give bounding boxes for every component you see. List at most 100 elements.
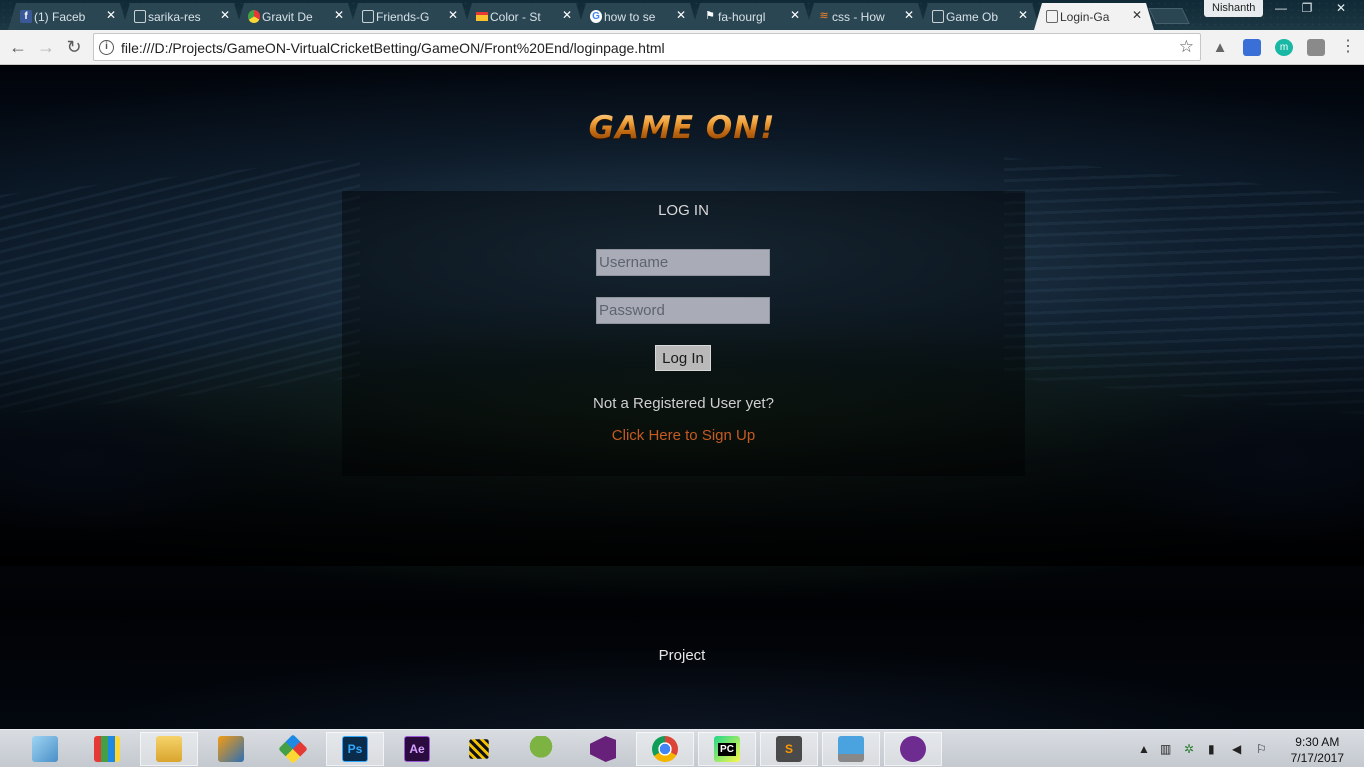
- page-icon: [362, 10, 374, 23]
- taskbar-sublime[interactable]: S: [760, 732, 818, 766]
- action-center-flag-icon[interactable]: ⚐: [1256, 730, 1267, 767]
- login-button[interactable]: Log In: [655, 345, 711, 371]
- tab-friends[interactable]: Friends-G ✕: [350, 3, 470, 30]
- tab-title: Friends-G: [376, 9, 430, 24]
- close-icon[interactable]: ✕: [790, 8, 800, 22]
- tab-fa-hourglass[interactable]: ⚑ fa-hourgl ✕: [692, 3, 812, 30]
- clock-time: 9:30 AM: [1295, 735, 1340, 749]
- pycharm-icon: PC: [714, 736, 740, 762]
- color-icon: [476, 12, 488, 21]
- facebook-icon: f: [20, 10, 32, 23]
- taskbar-apps[interactable]: [78, 732, 136, 766]
- back-icon[interactable]: ←: [6, 36, 30, 58]
- tab-google-search[interactable]: G how to se ✕: [578, 3, 698, 30]
- tab-title: Color - St: [490, 9, 541, 24]
- taskbar-brackets[interactable]: [450, 732, 508, 766]
- taskbar-screen[interactable]: [822, 732, 880, 766]
- tab-login-game[interactable]: Login-Ga ✕: [1034, 3, 1154, 30]
- close-icon[interactable]: ✕: [676, 8, 686, 22]
- virtualbox-icon: [32, 736, 58, 762]
- browser-tab-strip: f (1) Faceb ✕ sarika-res ✕ Gravit De ✕ F…: [0, 0, 1364, 30]
- tab-title: Game Ob: [946, 9, 999, 24]
- close-icon[interactable]: ✕: [334, 8, 344, 22]
- address-bar[interactable]: i file:///D:/Projects/GameON-VirtualCric…: [93, 33, 1201, 61]
- taskbar-github[interactable]: [884, 732, 942, 766]
- stackoverflow-icon: ≋: [819, 10, 829, 22]
- taskbar-gitkraken[interactable]: [264, 732, 322, 766]
- pycharm-label: PC: [718, 742, 736, 756]
- windows-taskbar: Ps Ae PC S ▲ ▥ ✲ ▮ ◀ ⚐ 9:30 AM 7/17/2017: [0, 729, 1364, 767]
- close-icon[interactable]: ✕: [448, 8, 458, 22]
- window-close-button[interactable]: ✕: [1328, 0, 1354, 18]
- sublime-text-icon: S: [776, 736, 802, 762]
- taskbar-virtualbox[interactable]: [16, 732, 74, 766]
- taskbar-pycharm[interactable]: PC: [698, 732, 756, 766]
- pdf-extension-icon[interactable]: [1307, 39, 1325, 56]
- tray-device-icon[interactable]: ▥: [1160, 730, 1171, 767]
- password-input[interactable]: [596, 297, 770, 324]
- taskbar-after-effects[interactable]: Ae: [388, 732, 446, 766]
- page-icon: [134, 10, 146, 23]
- forward-icon[interactable]: →: [34, 36, 58, 58]
- tab-game-ob[interactable]: Game Ob ✕: [920, 3, 1040, 30]
- extension-m-icon[interactable]: m: [1275, 39, 1293, 56]
- close-icon[interactable]: ✕: [562, 8, 572, 22]
- taskbar-photoshop[interactable]: Ps: [326, 732, 384, 766]
- gravit-icon: [248, 10, 260, 23]
- after-effects-icon: Ae: [404, 736, 430, 762]
- tab-title: css - How: [832, 9, 885, 24]
- tab-title: how to se: [604, 9, 656, 24]
- restore-button[interactable]: ❐: [1294, 0, 1320, 18]
- tab-title: sarika-res: [148, 9, 201, 24]
- taskbar-chrome[interactable]: [636, 732, 694, 766]
- taskbar-file-explorer[interactable]: [140, 732, 198, 766]
- close-icon[interactable]: ✕: [1018, 8, 1028, 22]
- photoshop-icon: Ps: [342, 736, 368, 762]
- profile-chip[interactable]: Nishanth: [1204, 0, 1264, 17]
- clock-date: 7/17/2017: [1290, 751, 1344, 765]
- tab-color[interactable]: Color - St ✕: [464, 3, 584, 30]
- google-icon: G: [590, 10, 602, 23]
- close-icon[interactable]: ✕: [904, 8, 914, 22]
- screen-icon: [838, 736, 864, 762]
- close-icon[interactable]: ✕: [220, 8, 230, 22]
- menu-kebab-icon[interactable]: ⋮: [1336, 36, 1360, 58]
- minimize-button[interactable]: —: [1268, 0, 1294, 18]
- tab-gravit[interactable]: Gravit De ✕: [236, 3, 356, 30]
- system-clock[interactable]: 9:30 AM 7/17/2017: [1291, 734, 1344, 766]
- footer-label: Project: [658, 647, 706, 664]
- tray-sync-icon[interactable]: ✲: [1184, 730, 1194, 767]
- wifi-signal-icon[interactable]: ▮: [1208, 730, 1215, 767]
- login-panel: LOG IN Log In Not a Registered User yet?…: [342, 191, 1025, 476]
- tab-stackoverflow[interactable]: ≋ css - How ✕: [806, 3, 926, 30]
- bookmark-star-icon[interactable]: ☆: [1179, 37, 1194, 57]
- tab-facebook[interactable]: f (1) Faceb ✕: [8, 3, 128, 30]
- gitkraken-icon: [278, 734, 308, 764]
- brackets-icon: [469, 739, 489, 759]
- chrome-icon: [652, 736, 678, 762]
- docs-extension-icon[interactable]: [1243, 39, 1261, 56]
- google-drive-icon[interactable]: ▲: [1211, 39, 1229, 56]
- tray-overflow-icon[interactable]: ▲: [1138, 730, 1150, 767]
- close-icon[interactable]: ✕: [1132, 8, 1142, 22]
- tab-title: Gravit De: [262, 9, 313, 24]
- start-apps-icon: [94, 736, 120, 762]
- register-prompt: Not a Registered User yet?: [593, 395, 774, 412]
- info-icon[interactable]: i: [99, 40, 114, 55]
- username-input[interactable]: [596, 249, 770, 276]
- browser-toolbar: ← → ↻ i file:///D:/Projects/GameON-Virtu…: [0, 30, 1364, 65]
- close-icon[interactable]: ✕: [106, 8, 116, 22]
- new-tab-button[interactable]: [1148, 8, 1190, 24]
- taskbar-android-studio[interactable]: [512, 732, 570, 766]
- android-studio-icon: [528, 736, 554, 762]
- tab-title: (1) Faceb: [34, 9, 86, 24]
- visual-studio-icon: [590, 736, 616, 762]
- address-url[interactable]: file:///D:/Projects/GameON-VirtualCricke…: [121, 40, 665, 56]
- taskbar-visual-studio[interactable]: [574, 732, 632, 766]
- tab-sarika[interactable]: sarika-res ✕: [122, 3, 242, 30]
- volume-icon[interactable]: ◀: [1232, 730, 1241, 767]
- signup-link[interactable]: Click Here to Sign Up: [342, 427, 1025, 444]
- taskbar-media-player[interactable]: [202, 732, 260, 766]
- page-icon: [1046, 10, 1058, 23]
- reload-icon[interactable]: ↻: [62, 36, 86, 58]
